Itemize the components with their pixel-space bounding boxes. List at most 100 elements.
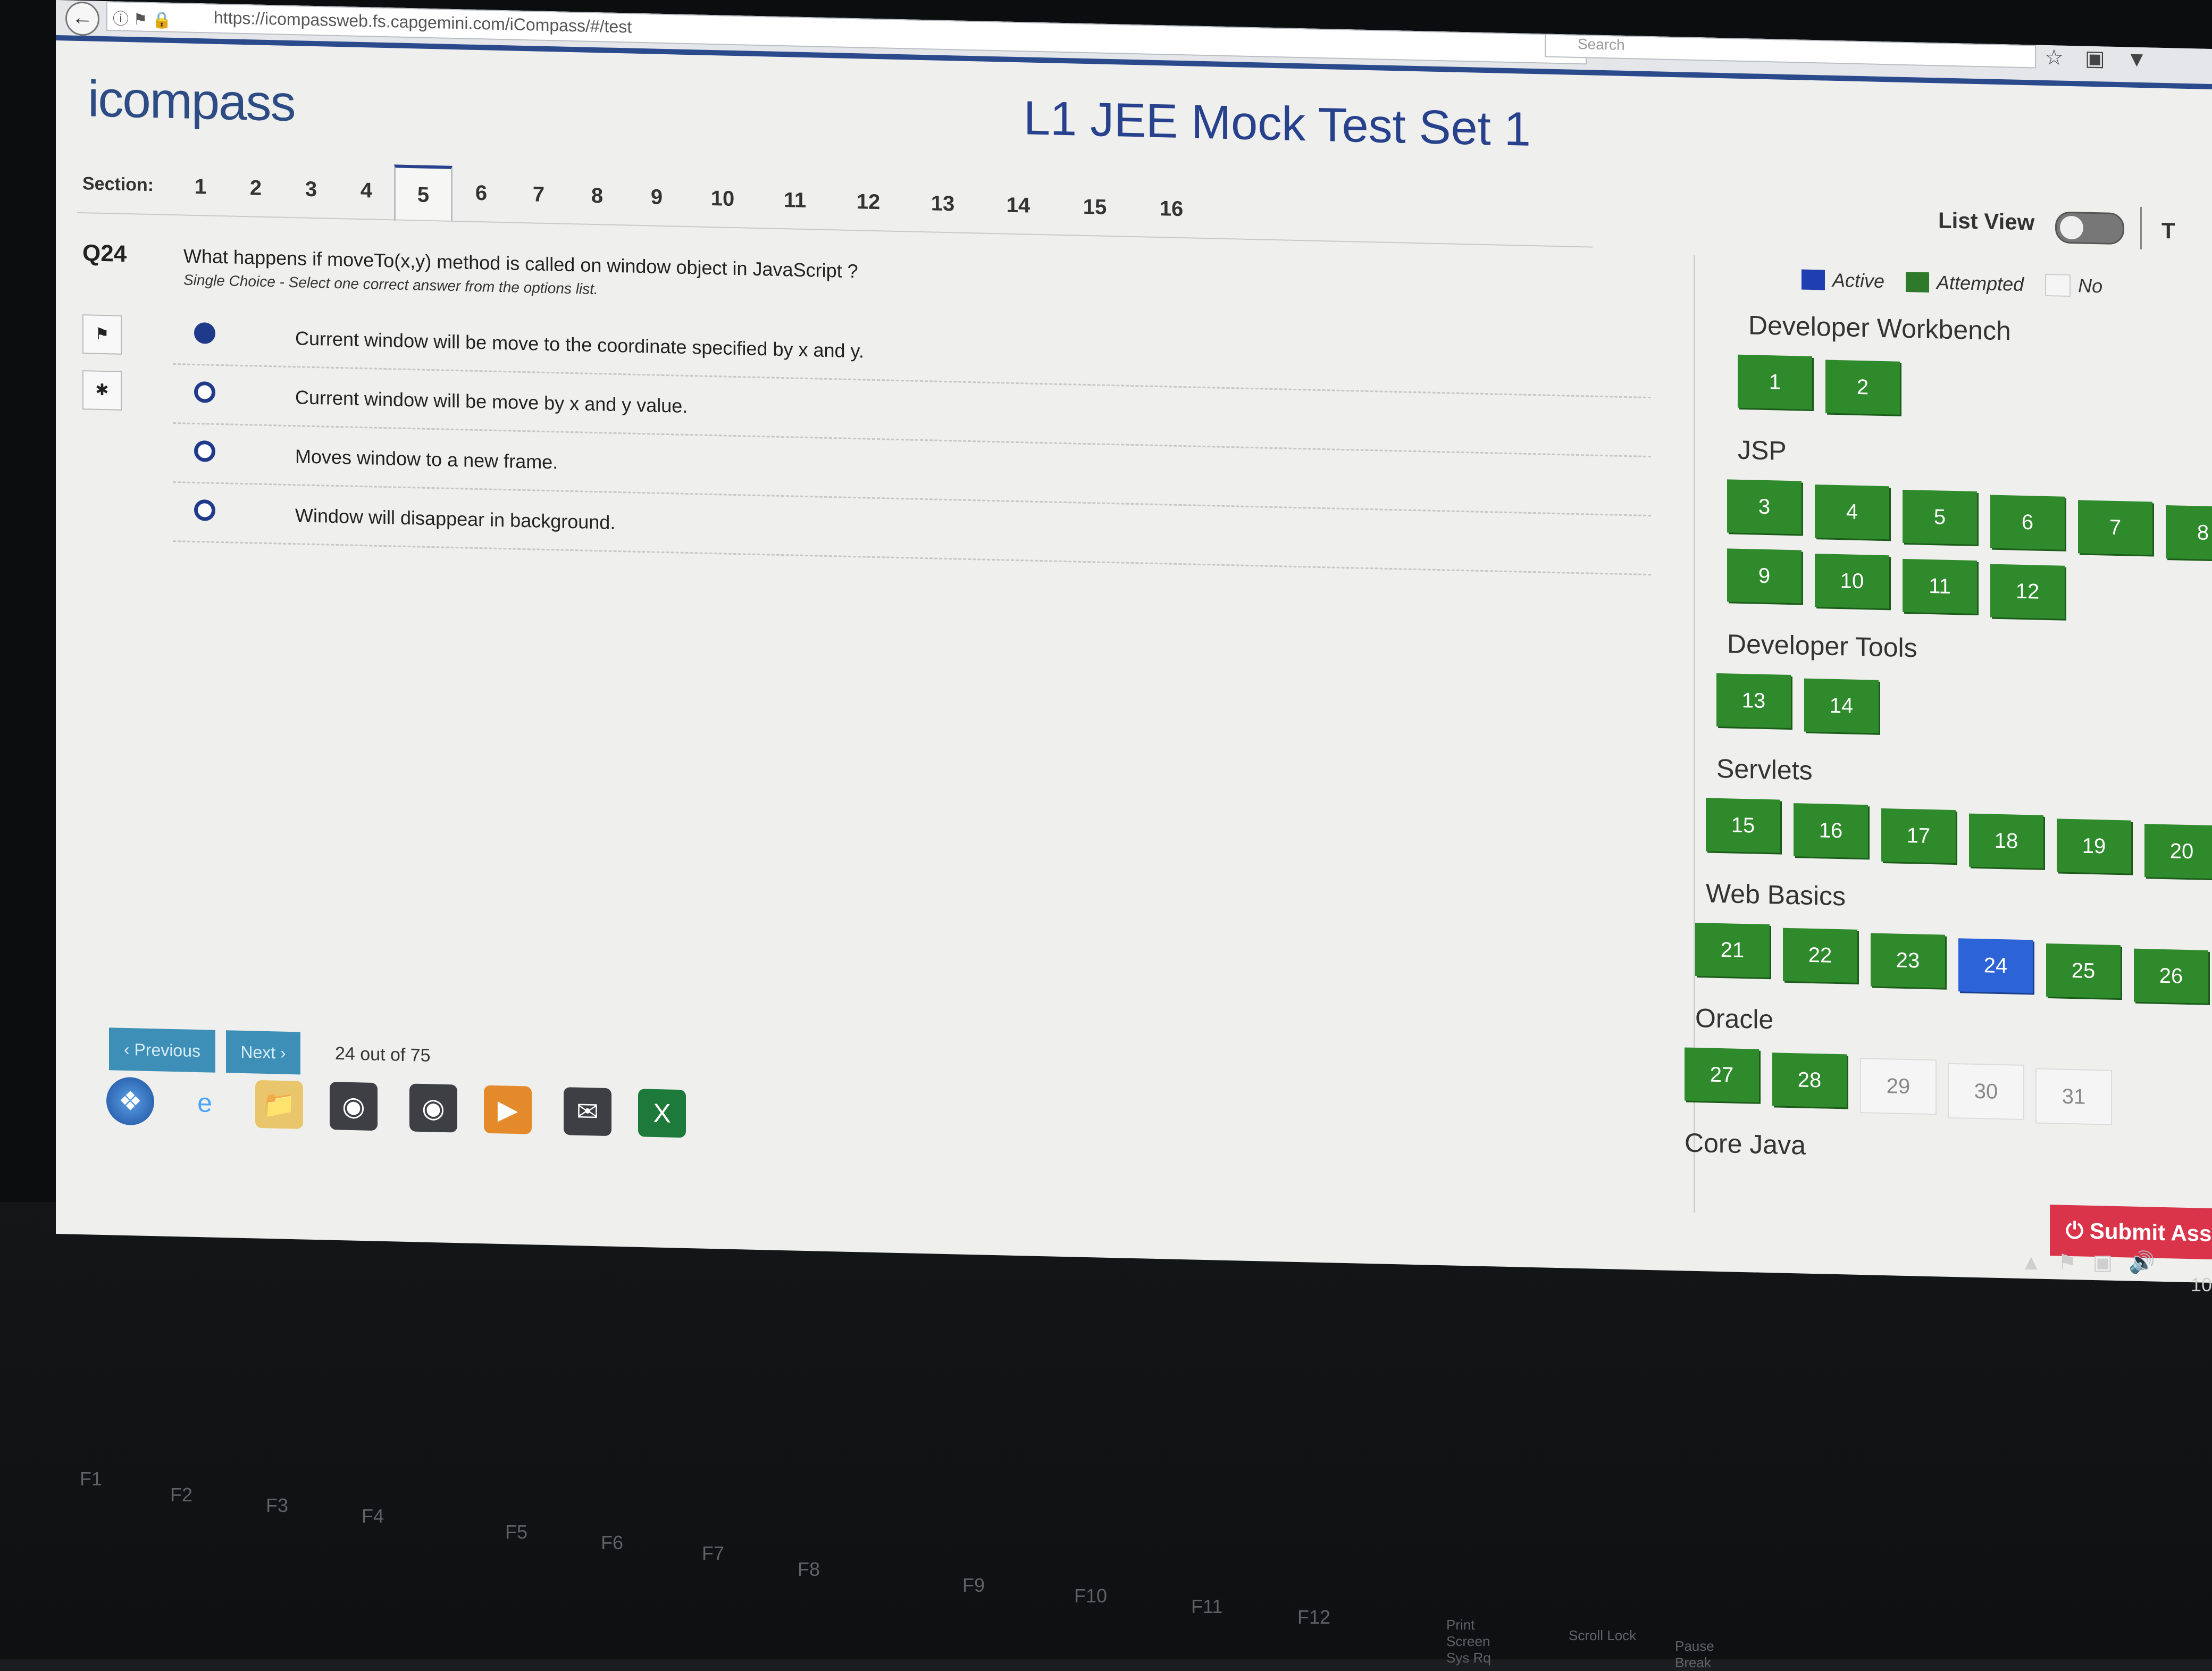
legend-active: Active [1802, 269, 1884, 293]
address-bar[interactable]: ⓘ ⚑ 🔒 https://icompassweb.fs.capgemini.c… [106, 1, 1587, 65]
keyboard-key: F4 [362, 1505, 384, 1527]
question-button-13[interactable]: 13 [1716, 673, 1791, 729]
excel-icon[interactable]: X [638, 1089, 686, 1138]
question-button-9[interactable]: 9 [1727, 548, 1802, 604]
question-button-15[interactable]: 15 [1706, 798, 1780, 853]
outlook-icon[interactable]: ✉ [564, 1087, 611, 1137]
group-title: Oracle [1695, 1002, 1774, 1035]
radio-button[interactable] [194, 440, 215, 462]
start-orb-icon[interactable]: ❖ [106, 1076, 154, 1126]
section-tab-3[interactable]: 3 [283, 162, 339, 216]
keyboard-key: F8 [798, 1558, 820, 1580]
question-button-8[interactable]: 8 [2166, 505, 2212, 561]
keyboard-key: Print Screen Sys Rq [1446, 1617, 1491, 1666]
group-title: JSP [1738, 435, 1787, 466]
question-button-31[interactable]: 31 [2035, 1068, 2112, 1125]
section-tab-4[interactable]: 4 [339, 163, 394, 218]
question-button-12[interactable]: 12 [1990, 564, 2065, 619]
clock: 10 [2191, 1274, 2212, 1296]
question-palette: Active Attempted No Developer Workbench 1… [1685, 255, 2212, 1225]
search-input[interactable]: Search [1545, 34, 2036, 69]
question-button-6[interactable]: 6 [1990, 495, 2065, 550]
question-button-21[interactable]: 21 [1695, 922, 1770, 978]
question-button-18[interactable]: 18 [1969, 813, 2043, 868]
keyboard-key: F6 [601, 1532, 624, 1553]
question-button-4[interactable]: 4 [1815, 484, 1889, 540]
options-list: Current window will be move to the coord… [173, 305, 1651, 576]
not-attempted-swatch [2045, 273, 2071, 297]
question-button-24[interactable]: 24 [1958, 938, 2033, 993]
section-tab-16[interactable]: 16 [1133, 181, 1210, 236]
bookmark-star-icon[interactable]: ☆▣▼ [2045, 45, 2168, 72]
legend-not-attempted-label: No [2078, 274, 2103, 297]
question-button-22[interactable]: 22 [1783, 928, 1857, 983]
chrome-icon[interactable]: ◉ [330, 1082, 378, 1131]
section-tab-15[interactable]: 15 [1057, 180, 1133, 235]
section-tab-9[interactable]: 9 [627, 170, 686, 224]
section-tab-10[interactable]: 10 [686, 171, 759, 226]
section-tab-12[interactable]: 12 [831, 174, 906, 229]
question-button-3[interactable]: 3 [1727, 479, 1802, 534]
keyboard-key: F5 [505, 1521, 528, 1543]
section-tab-7[interactable]: 7 [510, 167, 567, 221]
keyboard-key: F1 [80, 1468, 103, 1490]
question-button-1[interactable]: 1 [1738, 354, 1812, 410]
file-explorer-icon[interactable]: 📁 [255, 1080, 303, 1129]
question-button-29[interactable]: 29 [1860, 1057, 1937, 1115]
attempted-swatch [1906, 271, 1930, 293]
media-player-icon[interactable]: ▶ [484, 1085, 532, 1134]
question-button-23[interactable]: 23 [1871, 933, 1945, 988]
keyboard-key: F7 [702, 1542, 725, 1564]
question-button-30[interactable]: 30 [1948, 1063, 2024, 1121]
legend-not-attempted: No [2045, 273, 2103, 297]
question-button-27[interactable]: 27 [1685, 1047, 1759, 1102]
question-button-17[interactable]: 17 [1881, 808, 1956, 864]
group-title: Servlets [1716, 753, 1813, 786]
question-button-5[interactable]: 5 [1903, 489, 1977, 545]
section-tab-6[interactable]: 6 [453, 166, 510, 220]
keyboard: F1 F2 F3 F4 F5 F6 F7 F8 F9 F10 F11 F12 Print Screen … [0, 1436, 2212, 1670]
radio-button[interactable] [194, 381, 215, 403]
section-tab-13[interactable]: 13 [906, 176, 980, 231]
question-button-2[interactable]: 2 [1825, 360, 1900, 415]
section-tab-5[interactable]: 5 [394, 164, 453, 222]
question-button-16[interactable]: 16 [1794, 803, 1868, 858]
bug-report-icon[interactable]: ✱ [82, 370, 122, 411]
question-button-28[interactable]: 28 [1772, 1052, 1847, 1108]
keyboard-key: F2 [170, 1484, 193, 1506]
keyboard-key: Pause Break [1675, 1638, 1714, 1670]
section-tab-11[interactable]: 11 [759, 173, 831, 228]
question-button-20[interactable]: 20 [2144, 824, 2212, 879]
firefox-icon[interactable]: ◉ [409, 1083, 457, 1133]
question-number: Q24 [82, 240, 127, 268]
question-button-25[interactable]: 25 [2046, 943, 2121, 999]
question-button-10[interactable]: 10 [1815, 554, 1889, 609]
group-title: Developer Workbench [1748, 310, 2011, 346]
question-button-26[interactable]: 26 [2134, 948, 2208, 1004]
group-title: Developer Tools [1727, 629, 1917, 663]
internet-explorer-icon[interactable]: e [181, 1079, 229, 1127]
option-text: Current window will be move by x and y v… [295, 386, 688, 417]
section-tab-2[interactable]: 2 [228, 161, 283, 215]
group-title: Web Basics [1706, 878, 1846, 912]
previous-button[interactable]: ‹ Previous [109, 1027, 215, 1073]
question-button-7[interactable]: 7 [2078, 500, 2152, 555]
option-text: Window will disappear in background. [295, 504, 616, 533]
section-tab-1[interactable]: 1 [173, 160, 228, 214]
question-button-19[interactable]: 19 [2057, 818, 2131, 874]
back-arrow-icon[interactable]: ← [65, 1, 99, 36]
radio-button[interactable] [194, 322, 215, 344]
list-view-label: List View [1938, 207, 2035, 235]
question-button-14[interactable]: 14 [1804, 678, 1879, 733]
list-view-toggle[interactable] [2055, 211, 2124, 245]
next-button[interactable]: Next › [226, 1030, 300, 1075]
section-tab-8[interactable]: 8 [567, 169, 627, 223]
flag-icon[interactable]: ⚑ [82, 314, 122, 355]
section-tab-14[interactable]: 14 [980, 178, 1057, 232]
group-title: Core Java [1685, 1127, 1806, 1160]
option-text: Current window will be move to the coord… [295, 327, 864, 362]
question-button-11[interactable]: 11 [1903, 558, 1977, 614]
radio-button[interactable] [194, 499, 215, 521]
page-title: L1 JEE Mock Test Set 1 [1024, 91, 1531, 156]
active-swatch [1802, 269, 1825, 290]
